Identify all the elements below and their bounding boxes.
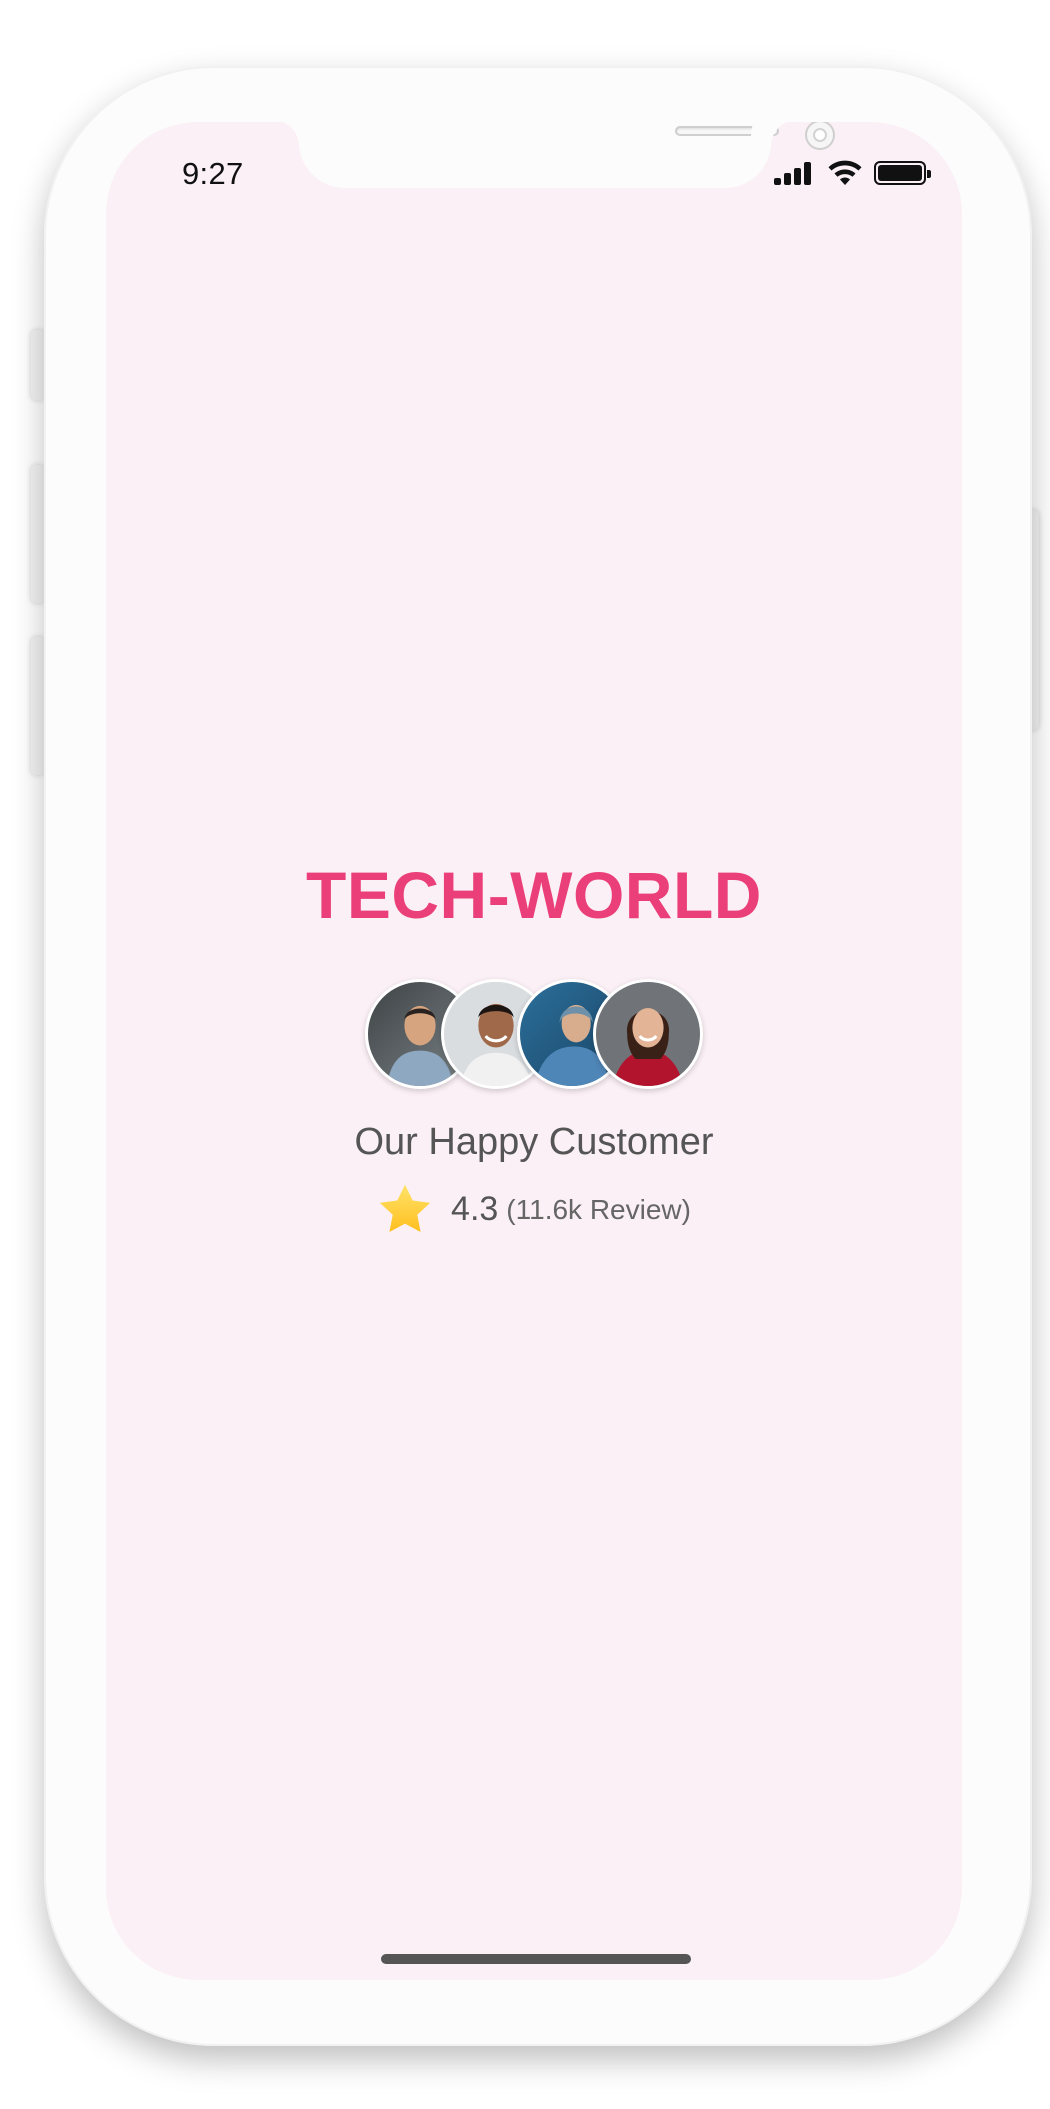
wifi-icon <box>828 160 862 185</box>
battery-level <box>878 165 922 181</box>
brand-title: TECH-WORLD <box>306 858 762 932</box>
signal-icon <box>774 161 816 185</box>
app-screen: 9:27 TECH-WORLD Our Happy Customer 4.3 (… <box>106 122 962 1980</box>
silent-switch <box>31 330 45 400</box>
rating-value: 4.3 <box>451 1190 499 1229</box>
home-indicator[interactable] <box>381 1954 691 1964</box>
customer-avatars <box>106 979 962 1089</box>
status-time: 9:27 <box>182 156 244 191</box>
avatar-customer-4 <box>593 979 703 1089</box>
device-stage: 9:27 TECH-WORLD Our Happy Customer 4.3 (… <box>0 0 1050 2109</box>
rating-row: 4.3 (11.6k Review) <box>106 1182 962 1238</box>
battery-tip <box>927 170 931 178</box>
avatar-image-4 <box>596 982 700 1086</box>
front-camera <box>805 122 835 150</box>
status-icons <box>774 158 931 188</box>
welcome-content: TECH-WORLD Our Happy Customer 4.3 (11.6k… <box>106 862 962 1238</box>
rating-count: (11.6k Review) <box>506 1193 691 1225</box>
volume-up-button <box>31 465 45 603</box>
volume-down-button <box>31 637 45 775</box>
customer-caption: Our Happy Customer <box>354 1121 714 1163</box>
star-icon <box>379 1184 431 1232</box>
battery-icon <box>874 161 931 185</box>
speaker-grille <box>675 126 779 136</box>
notch <box>299 122 835 188</box>
